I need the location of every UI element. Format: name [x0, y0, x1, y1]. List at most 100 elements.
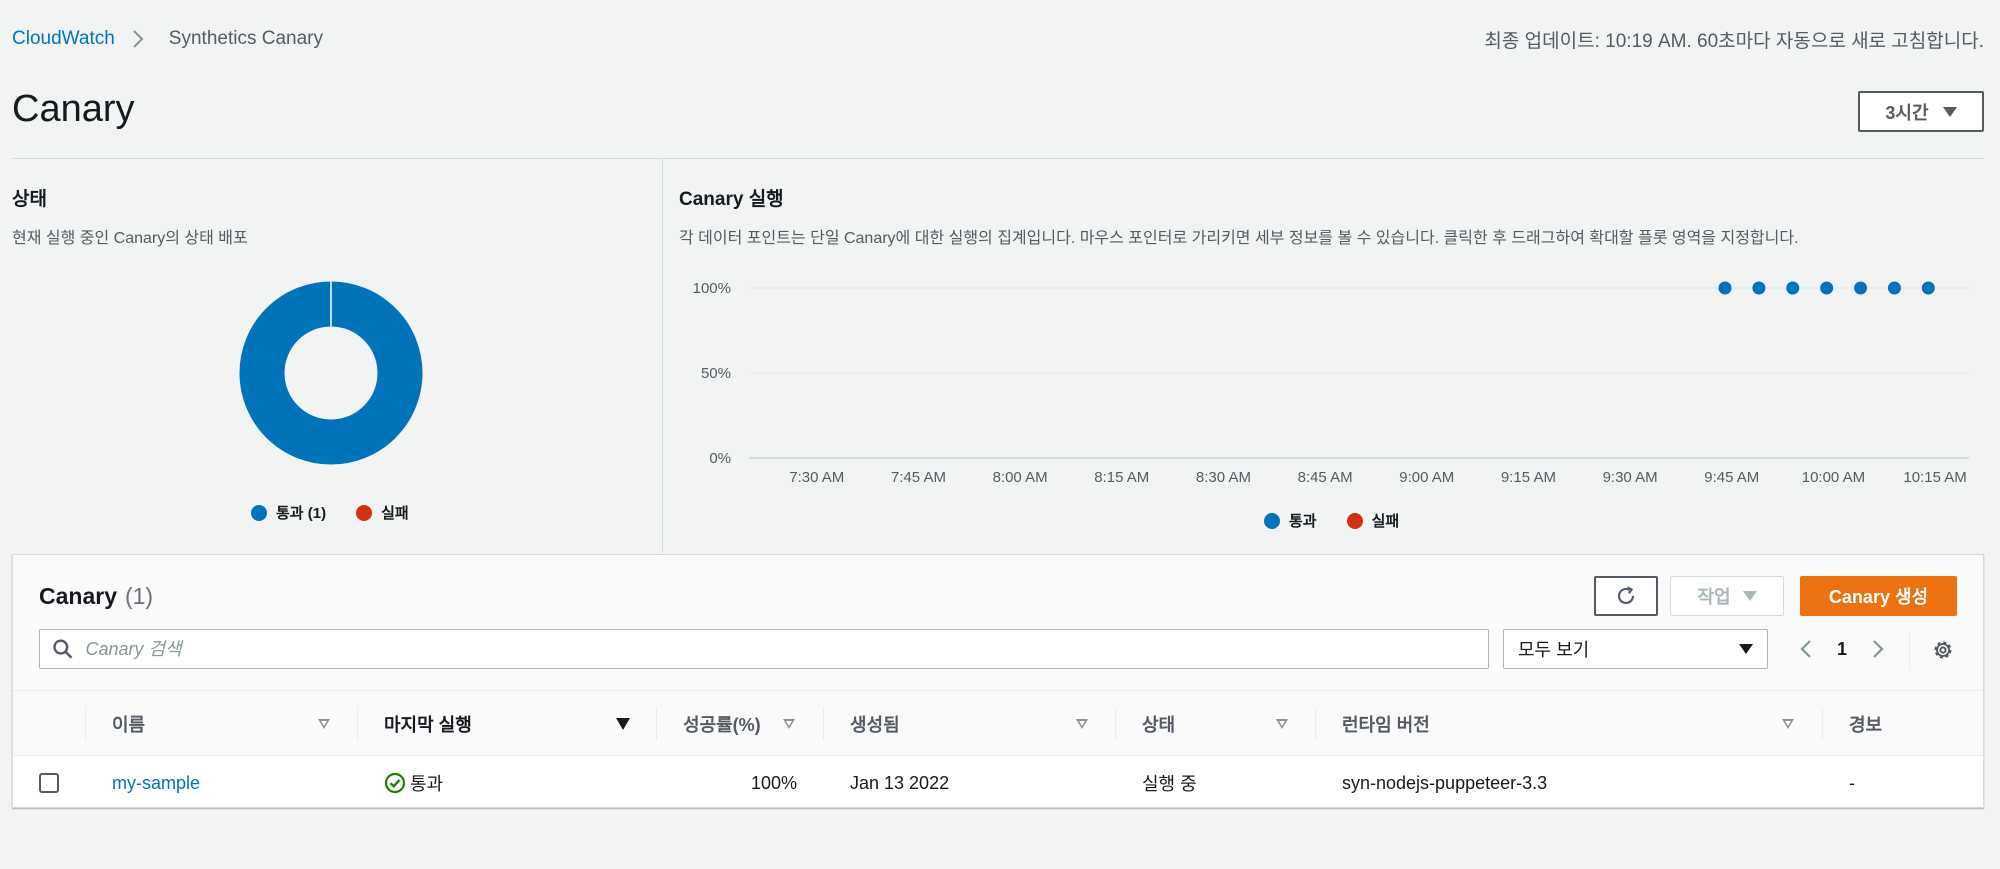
legend-label-fail: 실패 — [381, 505, 409, 522]
breadcrumb-current: Synthetics Canary — [168, 28, 323, 49]
column-header-label: 경보 — [1849, 714, 1883, 735]
column-header-label: 런타임 버전 — [1342, 714, 1430, 735]
status-legend: 통과 (1) 실패 — [251, 502, 439, 523]
table-column-headers: 이름 마지막 실행 성공률(%) 생성됨 상태 런타임 버전 경보 — [13, 691, 1983, 756]
column-divider — [1822, 707, 1823, 740]
sort-icon[interactable] — [1076, 719, 1088, 729]
column-header-success-rate[interactable]: 성공률(%) — [683, 691, 761, 756]
column-divider — [823, 707, 824, 740]
divider — [1909, 629, 1910, 669]
create-canary-button[interactable]: Canary 생성 — [1800, 576, 1957, 616]
data-point[interactable] — [1921, 281, 1935, 295]
refresh-button[interactable] — [1594, 576, 1658, 616]
table-header: Canary (1) 작업 Canary 생성 모두 보기 1 — [13, 555, 1983, 691]
data-point[interactable] — [1752, 281, 1766, 295]
sort-icon[interactable] — [318, 719, 330, 729]
sort-icon[interactable] — [1276, 719, 1288, 729]
table-count: (1) — [124, 583, 154, 609]
data-point[interactable] — [1887, 281, 1901, 295]
actions-label: 작업 — [1697, 587, 1731, 607]
x-tick-label: 10:00 AM — [1802, 469, 1865, 486]
cell-success-rate: 100% — [750, 772, 797, 793]
row-checkbox[interactable] — [39, 773, 59, 793]
time-range-dropdown[interactable]: 3시간 — [1858, 91, 1984, 132]
refresh-icon — [1617, 586, 1635, 605]
divider — [12, 158, 1984, 159]
x-tick-label: 9:45 AM — [1704, 469, 1759, 486]
caret-down-icon — [1739, 644, 1753, 654]
cell-last-run: 통과 — [384, 757, 443, 809]
x-tick-label: 9:00 AM — [1399, 469, 1454, 486]
x-tick-label: 9:30 AM — [1603, 469, 1658, 486]
last-run-status-text: 통과 — [410, 774, 444, 794]
x-tick-label: 8:00 AM — [993, 469, 1048, 486]
table-row: my-sample 통과 100% Jan 13 2022 실행 중 syn-n… — [13, 757, 1983, 809]
cell-created: Jan 13 2022 — [850, 772, 950, 793]
sort-icon[interactable] — [1782, 719, 1794, 729]
y-tick-label: 0% — [709, 450, 731, 467]
sort-icon[interactable] — [783, 719, 795, 729]
canary-runs-chart[interactable]: 100% 50% 0% 7:30 AM 7:45 AM 8:00 AM 8:15 AM 8:… — [663, 260, 1984, 500]
x-tick-label: 10:15 AM — [1903, 469, 1966, 486]
column-header-name[interactable]: 이름 — [112, 691, 145, 756]
filter-select-value: 모두 보기 — [1518, 640, 1590, 660]
column-header-runtime-version[interactable]: 런타임 버전 — [1342, 691, 1430, 756]
page-number[interactable]: 1 — [1837, 639, 1847, 660]
x-tick-label: 8:15 AM — [1094, 469, 1149, 486]
legend-dot-fail — [356, 504, 373, 521]
column-divider — [1115, 707, 1116, 740]
chevron-left-icon[interactable] — [1799, 638, 1813, 660]
settings-gear-icon[interactable] — [1931, 638, 1955, 662]
time-range-label: 3시간 — [1885, 102, 1929, 123]
cell-runtime-version: syn-nodejs-puppeteer-3.3 — [1342, 772, 1548, 793]
legend-item-fail[interactable]: 실패 — [1346, 510, 1400, 531]
column-divider — [656, 707, 657, 740]
status-panel-description: 현재 실행 중인 Canary의 상태 배포 — [12, 230, 248, 247]
y-tick-label: 100% — [693, 280, 731, 297]
column-divider — [1315, 707, 1316, 740]
cell-name: my-sample — [112, 757, 200, 809]
table-title: Canary (1) — [39, 583, 153, 610]
runs-panel-description: 각 데이터 포인트는 단일 Canary에 대한 실행의 집계입니다. 마우스 … — [679, 230, 1799, 247]
status-panel-title: 상태 — [12, 189, 47, 210]
search-input[interactable] — [85, 638, 1488, 660]
actions-dropdown[interactable]: 작업 — [1670, 576, 1784, 616]
column-header-status[interactable]: 상태 — [1142, 691, 1175, 756]
legend-dot-pass — [1264, 512, 1280, 529]
last-update-text: 최종 업데이트: 10:19 AM. 60초마다 자동으로 새로 고침합니다. — [1484, 30, 1984, 52]
sort-descending-icon[interactable] — [616, 718, 630, 730]
data-point[interactable] — [1820, 281, 1834, 295]
legend-item-pass[interactable]: 통과 — [1264, 510, 1317, 531]
column-header-label: 상태 — [1142, 714, 1176, 735]
top-bar: CloudWatch Synthetics Canary 최종 업데이트: 10… — [12, 26, 1984, 52]
legend-item-pass[interactable]: 통과 (1) — [251, 502, 326, 523]
filter-select[interactable]: 모두 보기 — [1503, 629, 1768, 669]
column-header-label: 성공률(%) — [683, 714, 761, 735]
column-header-alarm[interactable]: 경보 — [1849, 691, 1882, 756]
column-header-created[interactable]: 생성됨 — [850, 691, 900, 756]
x-tick-label: 9:15 AM — [1501, 469, 1556, 486]
breadcrumb-cloudwatch[interactable]: CloudWatch — [12, 28, 115, 50]
y-tick-label: 50% — [701, 365, 731, 382]
x-tick-label: 8:45 AM — [1298, 469, 1353, 486]
legend-label-pass: 통과 — [1289, 513, 1317, 530]
legend-item-fail[interactable]: 실패 — [356, 502, 409, 523]
canary-name-link[interactable]: my-sample — [112, 773, 200, 794]
legend-dot-pass — [251, 504, 267, 521]
search-box — [39, 629, 1489, 669]
data-point[interactable] — [1786, 281, 1800, 295]
chevron-right-icon[interactable] — [1871, 638, 1885, 660]
column-header-last-run[interactable]: 마지막 실행 — [384, 691, 472, 756]
caret-down-icon — [1942, 106, 1957, 117]
table-title-text: Canary — [39, 583, 117, 609]
data-point[interactable] — [1854, 281, 1868, 295]
canary-table: Canary (1) 작업 Canary 생성 모두 보기 1 — [12, 554, 1984, 808]
status-donut-chart — [239, 281, 423, 465]
x-tick-label: 7:45 AM — [891, 469, 946, 486]
column-header-label: 마지막 실행 — [384, 714, 472, 735]
legend-label-fail: 실패 — [1371, 513, 1400, 530]
column-divider — [85, 707, 86, 740]
data-point[interactable] — [1718, 281, 1732, 295]
page-title: Canary — [12, 88, 135, 130]
column-divider — [357, 707, 358, 740]
